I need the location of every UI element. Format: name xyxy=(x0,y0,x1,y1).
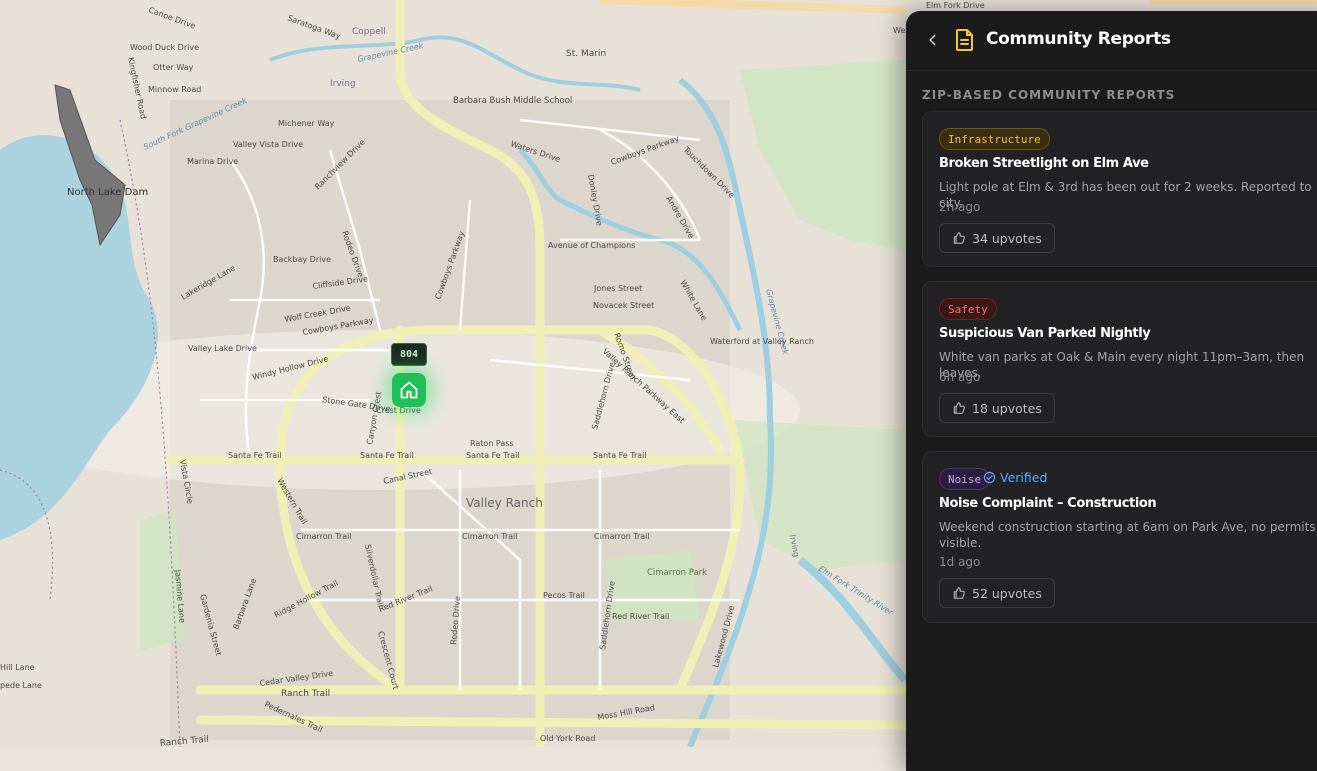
verified-badge: Verified xyxy=(983,470,1047,485)
category-tag: Infrastructure xyxy=(939,128,1050,150)
thumbs-up-icon xyxy=(953,587,965,599)
map-label: pede Lane xyxy=(0,681,42,690)
report-description: Light pole at Elm & 3rd has been out for… xyxy=(939,180,1312,210)
report-time: 1d ago xyxy=(939,555,981,569)
report-title: Noise Complaint – Construction xyxy=(939,496,1157,511)
map-label: North Lake Dam xyxy=(67,187,148,198)
map-label: Santa Fe Trail xyxy=(360,451,414,460)
check-circle-icon xyxy=(983,471,996,484)
map-label: Pecos Trail xyxy=(543,591,585,600)
map-label: Minnow Road xyxy=(148,85,201,94)
map-label: Waterford at Valley Ranch xyxy=(710,337,814,346)
map-label: Jones Street xyxy=(593,284,642,293)
map-label: Avenue of Champions xyxy=(548,241,635,250)
map-label: Elm Fork Drive xyxy=(926,1,985,10)
report-title: Suspicious Van Parked Nightly xyxy=(939,326,1151,341)
report-description: White van parks at Oak & Main every nigh… xyxy=(939,350,1305,380)
map-label: Valley Lake Drive xyxy=(188,344,257,353)
section-label: ZIP-BASED COMMUNITY REPORTS xyxy=(922,88,1176,102)
report-description: Weekend construction starting at 6am on … xyxy=(939,520,1316,550)
upvote-button[interactable]: 34 upvotes xyxy=(939,223,1055,253)
verified-label: Verified xyxy=(1000,470,1048,485)
map-label: Old York Road xyxy=(540,734,595,743)
report-card[interactable]: Noise Verified Noise Complaint – Constru… xyxy=(922,451,1317,623)
map-label: Valley Ranch xyxy=(466,496,543,510)
report-card[interactable]: Safety Suspicious Van Parked Nightly Whi… xyxy=(922,281,1317,437)
map-label: Backbay Drive xyxy=(273,255,331,264)
report-time: 2h ago xyxy=(939,200,981,214)
map-label: Red River Trail xyxy=(612,612,669,621)
map-label: Hill Lane xyxy=(0,663,35,672)
map-label: Valley Vista Drive xyxy=(233,140,303,149)
map-label: Crest Drive xyxy=(376,406,421,415)
map-label: Marina Drive xyxy=(187,157,238,166)
map-label: Ranch Trail xyxy=(281,689,330,699)
thumbs-up-icon xyxy=(953,402,965,414)
location-marker-pin[interactable] xyxy=(392,373,426,407)
map-label: Michener Way xyxy=(278,119,335,128)
map-label: Santa Fe Trail xyxy=(228,451,282,460)
map-label: Santa Fe Trail xyxy=(593,451,647,460)
thumbs-up-icon xyxy=(953,232,965,244)
upvote-count: 52 upvotes xyxy=(972,585,1042,601)
upvote-button[interactable]: 18 upvotes xyxy=(939,393,1055,423)
map-label: Cimarron Trail xyxy=(296,532,352,541)
map-label: Barbara Bush Middle School xyxy=(453,96,572,106)
map-label: Otter Way xyxy=(153,63,194,72)
report-card[interactable]: Infrastructure Broken Streetlight on Elm… xyxy=(922,111,1317,267)
report-title: Broken Streetlight on Elm Ave xyxy=(939,156,1149,171)
chevron-left-icon xyxy=(929,34,936,46)
map-label: Cimarron Trail xyxy=(594,532,650,541)
back-button[interactable] xyxy=(922,29,944,51)
map-label: Raton Pass xyxy=(470,439,514,448)
map-label: Wood Duck Drive xyxy=(130,43,199,52)
category-tag: Safety xyxy=(939,298,997,320)
panel-header: Community Reports xyxy=(906,11,1317,71)
upvote-button[interactable]: 52 upvotes xyxy=(939,578,1055,608)
map-label: St. Marin xyxy=(566,49,606,59)
community-reports-panel: Community Reports ZIP-BASED COMMUNITY RE… xyxy=(906,11,1317,771)
document-icon xyxy=(954,28,976,52)
map-label: Cimarron Park xyxy=(647,568,707,578)
map-label: Cimarron Trail xyxy=(462,532,518,541)
map-label: Coppell xyxy=(352,27,386,37)
panel-title: Community Reports xyxy=(986,29,1171,49)
upvote-count: 18 upvotes xyxy=(972,400,1042,416)
report-time: 6h ago xyxy=(939,370,981,384)
map-label: Santa Fe Trail xyxy=(466,451,520,460)
map-label: Novacek Street xyxy=(593,301,654,310)
home-icon xyxy=(400,381,418,399)
map-label: Irving xyxy=(330,79,356,89)
upvote-count: 34 upvotes xyxy=(972,230,1042,246)
location-marker-badge[interactable]: 804 xyxy=(391,343,427,366)
